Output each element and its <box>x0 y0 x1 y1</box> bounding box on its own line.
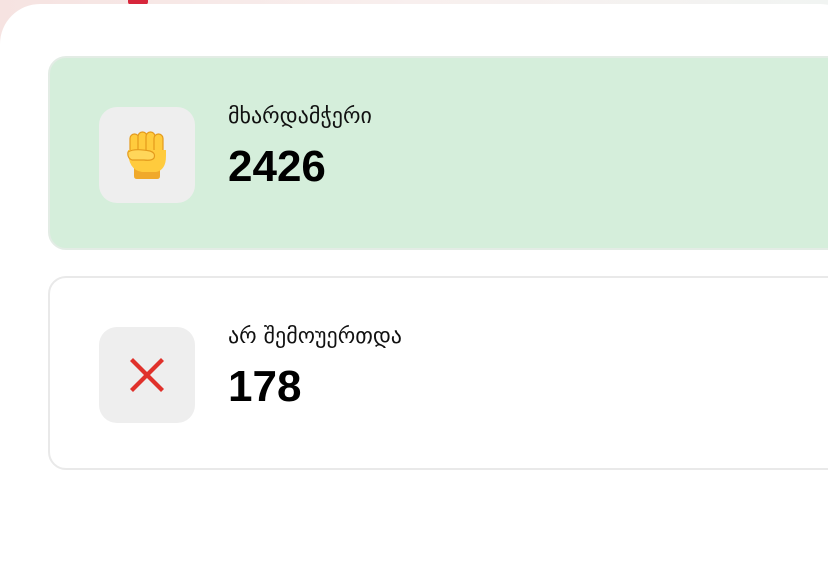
not-joined-count: 178 <box>228 362 302 411</box>
supporters-icon-box <box>99 107 195 203</box>
not-joined-icon-box <box>99 327 195 423</box>
supporters-label: მხარდამჭერი <box>228 104 372 129</box>
stats-panel: მხარდამჭერი 2426 არ შემოუერთდა 178 <box>0 4 828 564</box>
raised-fist-icon <box>127 131 166 179</box>
not-joined-card[interactable]: არ შემოუერთდა 178 <box>48 276 828 470</box>
not-joined-label: არ შემოუერთდა <box>228 324 402 349</box>
supporters-card[interactable]: მხარდამჭერი 2426 <box>48 56 828 250</box>
supporters-count: 2426 <box>228 142 326 191</box>
cross-mark-icon <box>130 358 164 392</box>
